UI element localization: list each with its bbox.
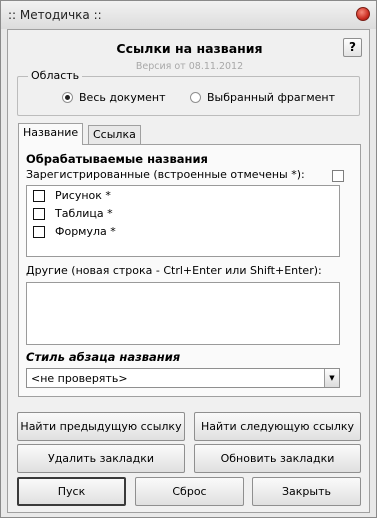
radio-selected-icon <box>62 92 73 103</box>
start-button[interactable]: Пуск <box>17 477 126 506</box>
list-item-label: Таблица * <box>55 207 113 220</box>
paragraph-style-value: <не проверять> <box>31 372 128 385</box>
registered-label: Зарегистрированные (встроенные отмечены … <box>26 168 305 181</box>
registered-listbox[interactable]: Рисунок * Таблица * Формула * <box>26 185 340 257</box>
radio-selected-fragment[interactable]: Выбранный фрагмент <box>190 91 335 104</box>
checkbox-icon[interactable] <box>33 207 45 220</box>
list-item-label: Рисунок * <box>55 189 111 202</box>
chevron-down-icon[interactable]: ▼ <box>324 369 339 387</box>
checkbox-icon[interactable] <box>33 225 45 238</box>
find-previous-button[interactable]: Найти предыдущую ссылку <box>17 412 185 441</box>
radio-selected-fragment-label: Выбранный фрагмент <box>207 91 336 104</box>
dialog-body: Ссылки на названия Версия от 08.11.2012 … <box>7 29 370 513</box>
tab-panel-name: Обрабатываемые названия Зарегистрированн… <box>18 144 361 397</box>
reset-button[interactable]: Сброс <box>135 477 244 506</box>
other-names-label: Другие (новая строка - Ctrl+Enter или Sh… <box>26 264 322 277</box>
list-item[interactable]: Рисунок * <box>33 189 111 202</box>
checkbox-icon[interactable] <box>33 189 45 202</box>
update-bookmarks-button[interactable]: Обновить закладки <box>194 444 361 473</box>
tab-name[interactable]: Название <box>18 123 84 145</box>
radio-whole-document-label: Весь документ <box>79 91 166 104</box>
list-item[interactable]: Таблица * <box>33 207 113 220</box>
list-item-label: Формула * <box>55 225 116 238</box>
radio-whole-document[interactable]: Весь документ <box>62 91 166 104</box>
radio-unselected-icon <box>190 92 201 103</box>
scope-group: Область Весь документ Выбранный фрагмент <box>17 69 360 116</box>
window-title: :: Методичка :: <box>8 8 102 22</box>
select-all-checkbox[interactable] <box>332 170 344 182</box>
delete-bookmarks-button[interactable]: Удалить закладки <box>17 444 185 473</box>
section-title: Обрабатываемые названия <box>26 152 208 166</box>
list-item[interactable]: Формула * <box>33 225 116 238</box>
other-names-textarea[interactable] <box>26 282 340 345</box>
dialog-window: :: Методичка :: Ссылки на названия Верси… <box>0 0 377 518</box>
close-icon[interactable] <box>356 7 370 21</box>
find-next-button[interactable]: Найти следующую ссылку <box>194 412 361 441</box>
close-button[interactable]: Закрыть <box>252 477 361 506</box>
paragraph-style-label: Стиль абзаца названия <box>26 350 181 364</box>
scope-legend: Область <box>28 69 83 82</box>
paragraph-style-select[interactable]: <не проверять> ▼ <box>26 368 340 388</box>
title-bar[interactable]: :: Методичка :: <box>1 1 376 29</box>
help-button[interactable]: ? <box>343 38 362 57</box>
tab-reference[interactable]: Ссылка <box>88 125 141 144</box>
page-title: Ссылки на названия <box>116 41 263 56</box>
